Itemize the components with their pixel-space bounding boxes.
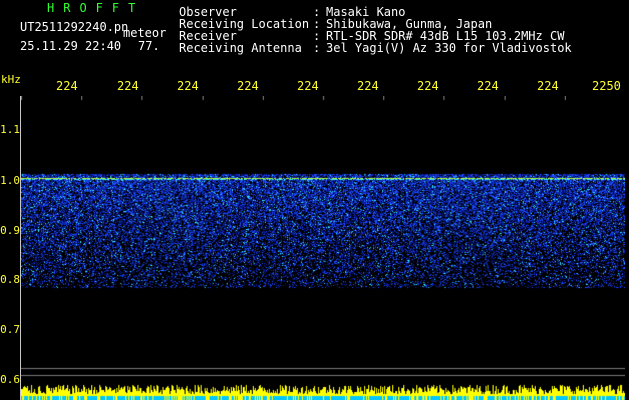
datetime-label: 25.11.29 22:40 <box>20 39 122 53</box>
y-tick-0.7: 0.7 <box>0 323 20 336</box>
filename-label: UT2511292240.pn <box>20 20 129 34</box>
y-tick-1.1: 1.1 <box>0 123 20 136</box>
hrofft-screen: HROFFT UT2511292240.pn meteor 25.11.29 2… <box>0 0 629 400</box>
y-unit-label: kHz <box>1 73 21 86</box>
mode-tag: meteor <box>123 26 167 40</box>
time-tick-3: 224 <box>177 79 199 93</box>
time-tick-4: 224 <box>237 79 259 93</box>
y-tick-0.9: 0.9 <box>0 224 20 237</box>
count-label: 77. <box>138 39 160 53</box>
time-tick-6: 224 <box>357 79 379 93</box>
y-tick-1.0: 1.0 <box>0 174 20 187</box>
antenna-colon: : <box>313 41 321 55</box>
time-tick-1: 224 <box>56 79 78 93</box>
time-tick-5: 224 <box>297 79 319 93</box>
time-tick-7: 224 <box>417 79 439 93</box>
spectrogram-canvas <box>21 96 625 400</box>
app-brand: HROFFT <box>47 1 145 15</box>
time-tick-8: 224 <box>477 79 499 93</box>
y-tick-0.6: 0.6 <box>0 373 20 386</box>
spectrogram-plot <box>20 96 625 400</box>
time-tick-2: 224 <box>117 79 139 93</box>
time-tick-9: 224 <box>537 79 559 93</box>
antenna-value: 3el Yagi(V) Az 330 for Vladivostok <box>326 41 572 55</box>
antenna-label: Receiving Antenna <box>179 41 302 55</box>
time-tick-10: 2250 <box>592 79 621 93</box>
y-tick-0.8: 0.8 <box>0 273 20 286</box>
